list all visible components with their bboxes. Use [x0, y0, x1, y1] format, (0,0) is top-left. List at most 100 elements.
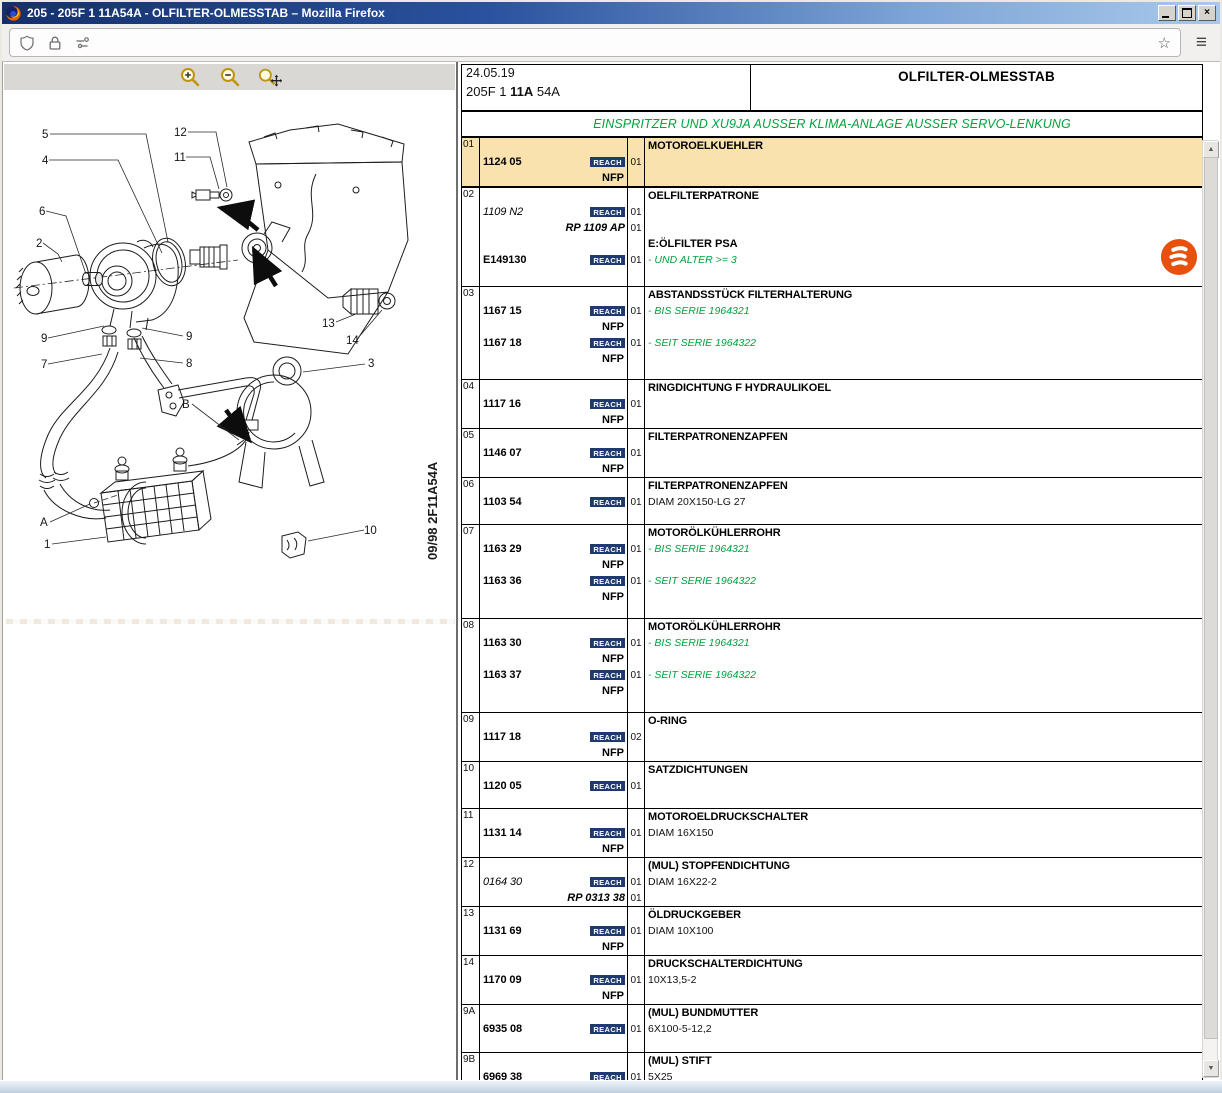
zoom-out-icon[interactable]	[218, 66, 242, 88]
url-input[interactable]	[103, 32, 1145, 54]
description-cell: MOTORÖLKÜHLERROHR- BIS SERIE 1964321- SE…	[645, 525, 1202, 618]
part-cell: 1170 09REACHNFP	[480, 956, 628, 1004]
lock-icon[interactable]	[47, 35, 63, 51]
part-number[interactable]: E149130	[483, 254, 526, 266]
table-row: 9A6935 08REACH01(MUL) BUNDMUTTER6X100-5-…	[462, 1005, 1202, 1053]
position-number: 13	[462, 907, 479, 919]
bookmark-star-icon[interactable]: ☆	[1157, 34, 1170, 52]
part-number[interactable]: 1131 69	[483, 925, 521, 937]
quantity-line	[628, 988, 644, 1004]
part-number[interactable]: 1103 54	[483, 496, 521, 508]
part-line	[480, 138, 627, 154]
part-line	[480, 858, 627, 874]
reach-badge[interactable]: REACH	[590, 877, 625, 888]
reach-badge[interactable]: REACH	[590, 306, 625, 317]
quantity-line: 01	[628, 972, 644, 988]
part-description: FILTERPATRONENZAPFEN	[648, 431, 788, 443]
part-number[interactable]: 1163 30	[483, 637, 521, 649]
part-note: DIAM 10X100	[648, 925, 713, 937]
reach-badge[interactable]: REACH	[590, 544, 625, 555]
minimize-button[interactable]	[1158, 5, 1176, 21]
part-line: 1117 18 REACH	[480, 729, 627, 745]
part-line: 1163 36 REACH	[480, 573, 627, 589]
shield-icon[interactable]	[19, 35, 35, 51]
part-description: (MUL) STIFT	[648, 1055, 712, 1067]
part-note: 6X100-5-12,2	[648, 1023, 712, 1035]
menu-icon[interactable]: ≡	[1190, 33, 1213, 52]
quantity-line: 01	[628, 778, 644, 794]
reach-badge[interactable]: REACH	[590, 638, 625, 649]
part-number[interactable]: 1124 05	[483, 156, 521, 168]
reach-badge[interactable]: REACH	[590, 157, 625, 168]
part-description: ABSTANDSSTÜCK FILTERHALTERUNG	[648, 289, 852, 301]
zoom-pan-icon[interactable]	[258, 66, 282, 88]
replacement-part-number[interactable]: RP 0313 38	[567, 892, 625, 904]
reach-badge[interactable]: REACH	[590, 207, 625, 218]
part-line: 1163 30 REACH	[480, 635, 627, 651]
replacement-part-number[interactable]: RP 1109 AP	[565, 222, 625, 234]
description-line: DIAM 16X22-2	[645, 874, 1202, 890]
reach-badge[interactable]: REACH	[590, 781, 625, 792]
quantity-line	[628, 138, 644, 154]
quantity-line: 01	[628, 874, 644, 890]
part-cell: 1124 05REACHNFP	[480, 138, 628, 186]
scroll-down-icon[interactable]: ▼	[1203, 1060, 1219, 1077]
part-number[interactable]: 1117 18	[483, 731, 521, 743]
reach-badge[interactable]: REACH	[590, 975, 625, 986]
quantity-cell: 0101	[628, 525, 645, 618]
part-number[interactable]: 1167 15	[483, 305, 521, 317]
permissions-icon[interactable]	[75, 35, 91, 51]
zoom-in-icon[interactable]	[178, 66, 202, 88]
reach-badge[interactable]: REACH	[590, 828, 625, 839]
scan-edge	[6, 619, 455, 624]
diagram-label: 3	[368, 358, 374, 370]
description-line: 6X100-5-12,2	[645, 1021, 1202, 1037]
vertical-scrollbar[interactable]: ▲ ▼	[1202, 140, 1218, 1078]
part-number[interactable]: 1146 07	[483, 447, 521, 459]
part-number[interactable]: 1163 37	[483, 669, 521, 681]
part-number[interactable]: 0164 30	[483, 876, 522, 888]
position-cell: 09	[462, 713, 480, 761]
table-row: 101120 05REACH01SATZDICHTUNGEN	[462, 762, 1202, 809]
parts-diagram: 5 12 11 4 6 2 9 9 7 8 13 14 3 B A 1 10	[6, 90, 455, 624]
reach-badge[interactable]: REACH	[590, 926, 625, 937]
part-number[interactable]: 1167 18	[483, 337, 521, 349]
part-note: 10X13,5-2	[648, 974, 696, 986]
position-cell: 01	[462, 138, 480, 186]
part-number[interactable]: 1131 14	[483, 827, 521, 839]
part-number[interactable]: 1117 16	[483, 398, 521, 410]
reach-badge[interactable]: REACH	[590, 255, 625, 266]
reach-badge[interactable]: REACH	[590, 338, 625, 349]
close-button[interactable]: ×	[1198, 5, 1216, 21]
position-number: 06	[462, 478, 479, 490]
part-number[interactable]: 1163 36	[483, 575, 521, 587]
scroll-up-icon[interactable]: ▲	[1203, 141, 1219, 158]
part-note: - BIS SERIE 1964321	[648, 637, 750, 649]
part-number[interactable]: 1170 09	[483, 974, 521, 986]
quantity-value: 01	[630, 157, 641, 168]
part-description: MOTORÖLKÜHLERROHR	[648, 621, 781, 633]
scrollbar-thumb[interactable]	[1204, 157, 1218, 1039]
quantity-line	[628, 713, 644, 729]
reach-badge[interactable]: REACH	[590, 670, 625, 681]
reach-badge[interactable]: REACH	[590, 576, 625, 587]
part-number[interactable]: 1109 N2	[483, 206, 523, 218]
quantity-cell: 010101	[628, 188, 645, 286]
position-cell: 07	[462, 525, 480, 618]
diagram-label: 2	[36, 238, 42, 250]
part-cell: 1163 30REACHNFP1163 37REACHNFP	[480, 619, 628, 712]
part-number[interactable]: 1120 05	[483, 780, 521, 792]
maximize-button[interactable]	[1178, 5, 1196, 21]
url-bar[interactable]: ☆	[9, 28, 1181, 57]
reach-badge[interactable]: REACH	[590, 399, 625, 410]
quantity-cell: 01	[628, 478, 645, 524]
reach-badge[interactable]: REACH	[590, 497, 625, 508]
part-number[interactable]: 6935 08	[483, 1023, 522, 1035]
description-line: - BIS SERIE 1964321	[645, 635, 1202, 651]
reach-badge[interactable]: REACH	[590, 1024, 625, 1035]
reach-badge[interactable]: REACH	[590, 448, 625, 459]
browser-window: 205 - 205F 1 11A54A - OLFILTER-OLMESSTAB…	[0, 0, 1222, 1093]
part-number[interactable]: 1163 29	[483, 543, 521, 555]
reach-badge[interactable]: REACH	[590, 732, 625, 743]
part-line	[480, 525, 627, 541]
